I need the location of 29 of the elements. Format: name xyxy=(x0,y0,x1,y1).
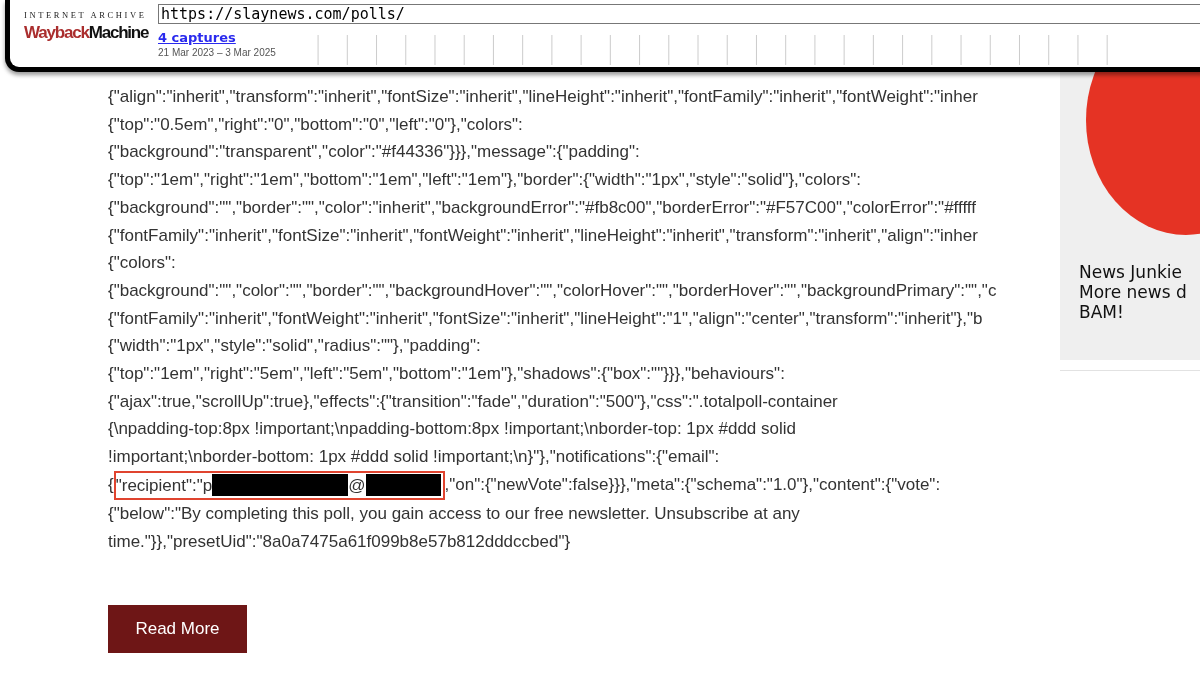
code-line: {"top":"1em","right":"1em","bottom":"1em","left":"1em"},"border":{"width":"1px","style":"solid"},"colors": xyxy=(108,169,862,192)
code-line: {"background":"","border":"","color":"inherit","backgroundError":"#fb8c00","borderError":"#F57C00","colorError":"#fffff xyxy=(108,196,977,219)
org-name: INTERNET ARCHIVE xyxy=(24,10,148,20)
code-line: {\npadding-top:8px !important;\npadding-bottom:8px !important;\nborder-top: 1px #ddd solid xyxy=(108,418,797,441)
code-line: {"fontFamily":"inherit","fontSize":"inherit","fontWeight":"inherit","lineHeight":"inherit","transform":"inherit","align":"inher xyxy=(108,224,979,247)
code-line: {"background":"","color":"","border":"","backgroundHover":"","colorHover":"","borderHover":"","backgroundPrimary":"","c xyxy=(108,279,998,302)
sidebar-text: More news d xyxy=(1079,282,1188,302)
code-line: time."}},"presetUid":"8a0a7475a61f099b8e57b812dddccbed"} xyxy=(108,530,572,553)
code-text: ,"on":{"newVote":false}}},"meta":{"schema":"1.0"},"content":{"vote": xyxy=(444,474,941,497)
code-line: {"align":"inherit","transform":"inherit","fontSize":"inherit","lineHeight":"inherit","fontFamily":"inherit","fontWeight":"inher xyxy=(108,86,979,108)
wayback-logo[interactable]: WaybackMachine xyxy=(24,20,149,46)
code-line: {"below":"By completing this poll, you gain access to our free newsletter. Unsubscribe at any xyxy=(108,502,801,525)
code-line: {"background":"transparent","color":"#f44336"}}},"message":{"padding": xyxy=(108,141,641,164)
captures-link[interactable]: 4 captures xyxy=(158,30,308,45)
sidebar-text: News Junkie xyxy=(1079,262,1183,282)
code-line: {"top":"0.5em","right":"0","bottom":"0","left":"0"},"colors": xyxy=(108,113,524,136)
code-text: { xyxy=(108,474,114,497)
code-line: {"top":"1em","right":"5em","left":"5em","bottom":"1em"},"shadows":{"box":""}}},"behaviours": xyxy=(108,363,786,386)
code-text: "recipient":"p xyxy=(115,474,213,497)
date-range: 21 Mar 2023 – 3 Mar 2025 xyxy=(158,47,277,58)
code-line: {"fontFamily":"inherit","fontWeight":"inherit","fontSize":"inherit","lineHeight":"1","align":"center","transform":"inherit"},"b xyxy=(108,307,984,330)
read-more-button[interactable]: Read More xyxy=(108,605,247,654)
code-line: !important;\nborder-bottom: 1px #ddd solid !important;\n}"},"notifications":{"email": xyxy=(108,446,721,469)
code-line: {"width":"1px","style":"solid","radius":""},"padding": xyxy=(108,335,482,358)
code-line: {"colors": xyxy=(108,252,177,275)
code-text: @ xyxy=(348,474,366,497)
url-field[interactable]: https://slaynews.com/polls/ xyxy=(158,4,1200,24)
sidebar-text: BAM! xyxy=(1079,302,1125,322)
code-line: {"ajax":true,"scrollUp":true},"effects":{"transition":"fade","duration":"500"},"css":".totalpoll-container xyxy=(108,390,839,413)
